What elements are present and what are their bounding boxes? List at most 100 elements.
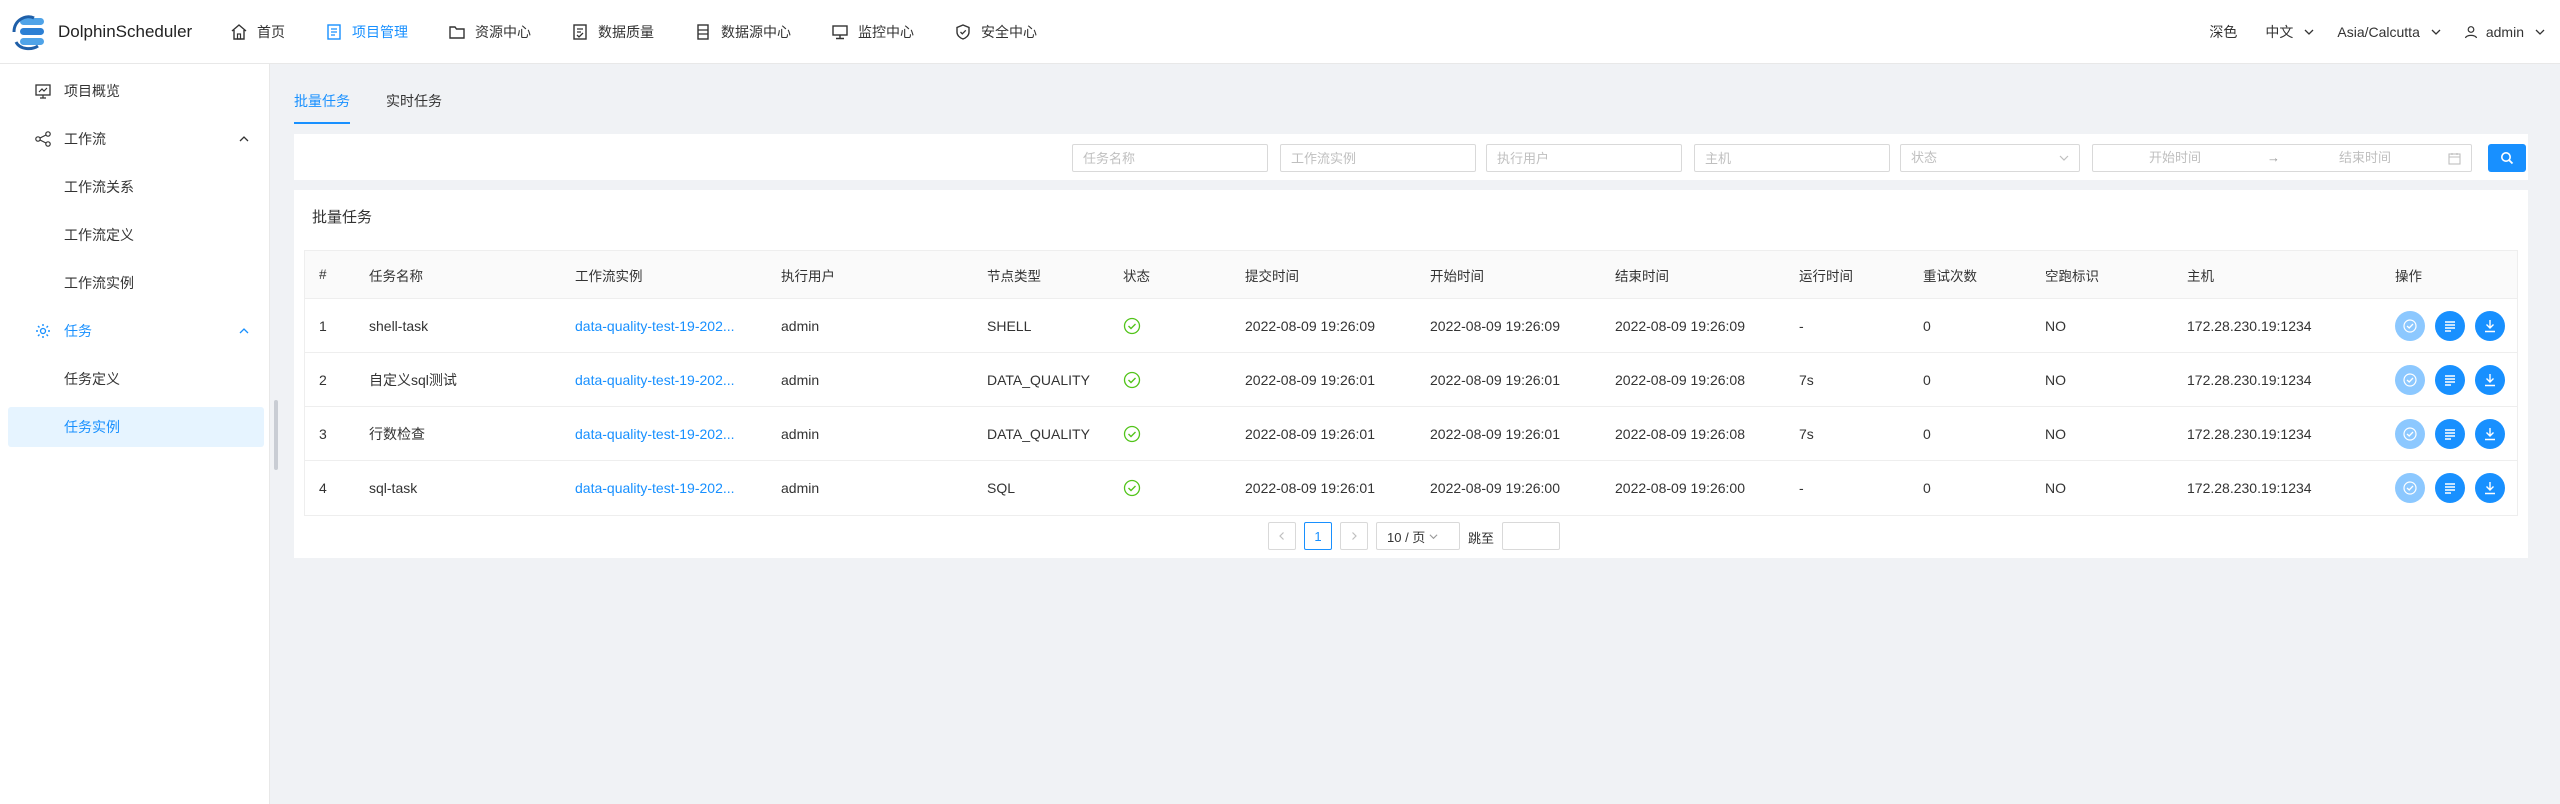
force-success-button[interactable] [2395, 310, 2425, 341]
executor: admin [781, 425, 820, 442]
page-1[interactable]: 1 [1304, 522, 1332, 550]
task-name: 行数检查 [369, 425, 425, 442]
sidebar-item-overview[interactable]: 项目概览 [8, 71, 264, 111]
duration: 7s [1799, 425, 1814, 442]
node-type: DATA_QUALITY [987, 371, 1090, 388]
start-time-placeholder: 开始时间 [2149, 150, 2202, 165]
dry-run: NO [2045, 480, 2066, 496]
workflow-instance-link[interactable]: data-quality-test-19-202... [575, 353, 735, 406]
nav-data-quality[interactable]: 数据质量 [558, 0, 667, 64]
dry-run: NO [2045, 425, 2066, 442]
nav-resource[interactable]: 资源中心 [435, 0, 544, 64]
log-icon [2445, 320, 2455, 332]
language-select[interactable]: 中文 [2265, 22, 2315, 42]
submit-time: 2022-08-09 19:26:01 [1245, 480, 1375, 496]
force-success-button[interactable] [2395, 364, 2425, 395]
retry-times: 0 [1923, 371, 1931, 388]
sidebar-item-workflow-instance[interactable]: 工作流实例 [8, 263, 264, 303]
next-page-button[interactable] [1340, 522, 1368, 550]
datasource-icon [697, 23, 709, 40]
task-name-input[interactable] [1072, 144, 1268, 172]
view-log-button[interactable] [2435, 364, 2465, 395]
sidebar: 项目概览 工作流 工作流关系 工作流定义 工作流实例 任务 任务定义 任务实例 [0, 64, 278, 804]
nav-security[interactable]: 安全中心 [941, 0, 1050, 64]
theme-toggle[interactable]: 深色 [2209, 22, 2237, 42]
download-icon [2485, 319, 2495, 332]
executor-input[interactable] [1486, 144, 1682, 172]
user-menu[interactable]: admin [2464, 24, 2546, 40]
sidebar-item-workflow-definition[interactable]: 工作流定义 [8, 215, 264, 255]
host-input[interactable] [1694, 144, 1890, 172]
header-retry-times: 重试次数 [1923, 268, 1977, 284]
chevron-down-icon [2059, 155, 2069, 161]
task-instance-card: 批量任务 # 任务名称 工作流实例 执行用户 节点类型 状态 提交时间 开始时间… [294, 190, 2528, 558]
executor: admin [781, 317, 820, 334]
sidebar-item-workflow[interactable]: 工作流 [8, 119, 264, 159]
date-range-picker[interactable]: 开始时间 → 结束时间 [2092, 144, 2472, 172]
tab-stream-task[interactable]: 实时任务 [386, 88, 442, 124]
jump-page-input[interactable] [1502, 522, 1560, 550]
card-title: 批量任务 [312, 209, 373, 226]
log-icon [2445, 483, 2455, 494]
row-index: 1 [319, 317, 327, 334]
chevron-down-icon [2431, 29, 2441, 35]
sidebar-item-task[interactable]: 任务 [8, 311, 264, 351]
end-time: 2022-08-09 19:26:09 [1615, 317, 1745, 334]
end-time: 2022-08-09 19:26:00 [1615, 480, 1745, 496]
task-name: sql-task [369, 480, 418, 496]
retry-times: 0 [1923, 425, 1931, 442]
nav-project[interactable]: 项目管理 [312, 0, 421, 64]
view-log-button[interactable] [2435, 418, 2465, 449]
header-executor: 执行用户 [781, 268, 835, 284]
duration: - [1799, 480, 1804, 496]
page-size-select[interactable]: 10 / 页 [1376, 522, 1460, 550]
workflow-instance-input[interactable] [1280, 144, 1476, 172]
sidebar-item-workflow-relation[interactable]: 工作流关系 [8, 167, 264, 207]
folder-icon [449, 25, 465, 39]
prev-page-button[interactable] [1268, 522, 1296, 550]
header-right-menu: 深色 中文 Asia/Calcutta admin [2209, 0, 2560, 64]
row-index: 4 [319, 480, 327, 496]
tab-batch-task[interactable]: 批量任务 [294, 88, 350, 124]
nav-home[interactable]: 首页 [217, 0, 298, 64]
nav-monitor[interactable]: 监控中心 [818, 0, 927, 64]
check-circle-icon [2403, 318, 2417, 333]
view-log-button[interactable] [2435, 310, 2465, 341]
search-icon [2501, 152, 2514, 165]
brand-name: DolphinScheduler [58, 21, 193, 41]
task-name: shell-task [369, 317, 429, 334]
download-log-button[interactable] [2475, 473, 2505, 503]
download-icon [2485, 482, 2495, 495]
submit-time: 2022-08-09 19:26:01 [1245, 425, 1375, 442]
sidebar-scrollbar[interactable] [274, 400, 278, 470]
workflow-icon [35, 131, 51, 147]
start-time: 2022-08-09 19:26:09 [1430, 317, 1560, 334]
submit-time: 2022-08-09 19:26:01 [1245, 371, 1375, 388]
chevron-down-icon [2304, 29, 2314, 35]
workflow-instance-link[interactable]: data-quality-test-19-202... [575, 299, 735, 352]
search-button[interactable] [2488, 144, 2526, 172]
force-success-button[interactable] [2395, 418, 2425, 449]
view-log-button[interactable] [2435, 473, 2465, 503]
dry-run: NO [2045, 371, 2066, 388]
force-success-button[interactable] [2395, 473, 2425, 503]
dolphin-logo-icon [12, 12, 52, 52]
nav-datasource[interactable]: 数据源中心 [681, 0, 804, 64]
download-log-button[interactable] [2475, 418, 2505, 449]
download-log-button[interactable] [2475, 310, 2505, 341]
header-submit-time: 提交时间 [1245, 268, 1299, 284]
header-task-name: 任务名称 [369, 268, 423, 284]
state-select[interactable]: 状态 [1900, 144, 2080, 172]
workflow-instance-link[interactable]: data-quality-test-19-202... [575, 407, 735, 460]
workflow-instance-link[interactable]: data-quality-test-19-202... [575, 461, 735, 515]
timezone-select[interactable]: Asia/Calcutta [2337, 24, 2441, 40]
pagination: 1 10 / 页 跳至 [294, 522, 2528, 552]
sidebar-item-task-definition[interactable]: 任务定义 [8, 359, 264, 399]
operation-cell [2395, 353, 2515, 406]
sidebar-item-task-instance[interactable]: 任务实例 [8, 407, 264, 447]
table-row: 4 sql-task data-quality-test-19-202... a… [305, 461, 2517, 515]
brand-logo[interactable]: DolphinScheduler [12, 12, 217, 52]
dashboard-icon [35, 84, 51, 99]
table-row: 2 自定义sql测试 data-quality-test-19-202... a… [305, 353, 2517, 407]
download-log-button[interactable] [2475, 364, 2505, 395]
